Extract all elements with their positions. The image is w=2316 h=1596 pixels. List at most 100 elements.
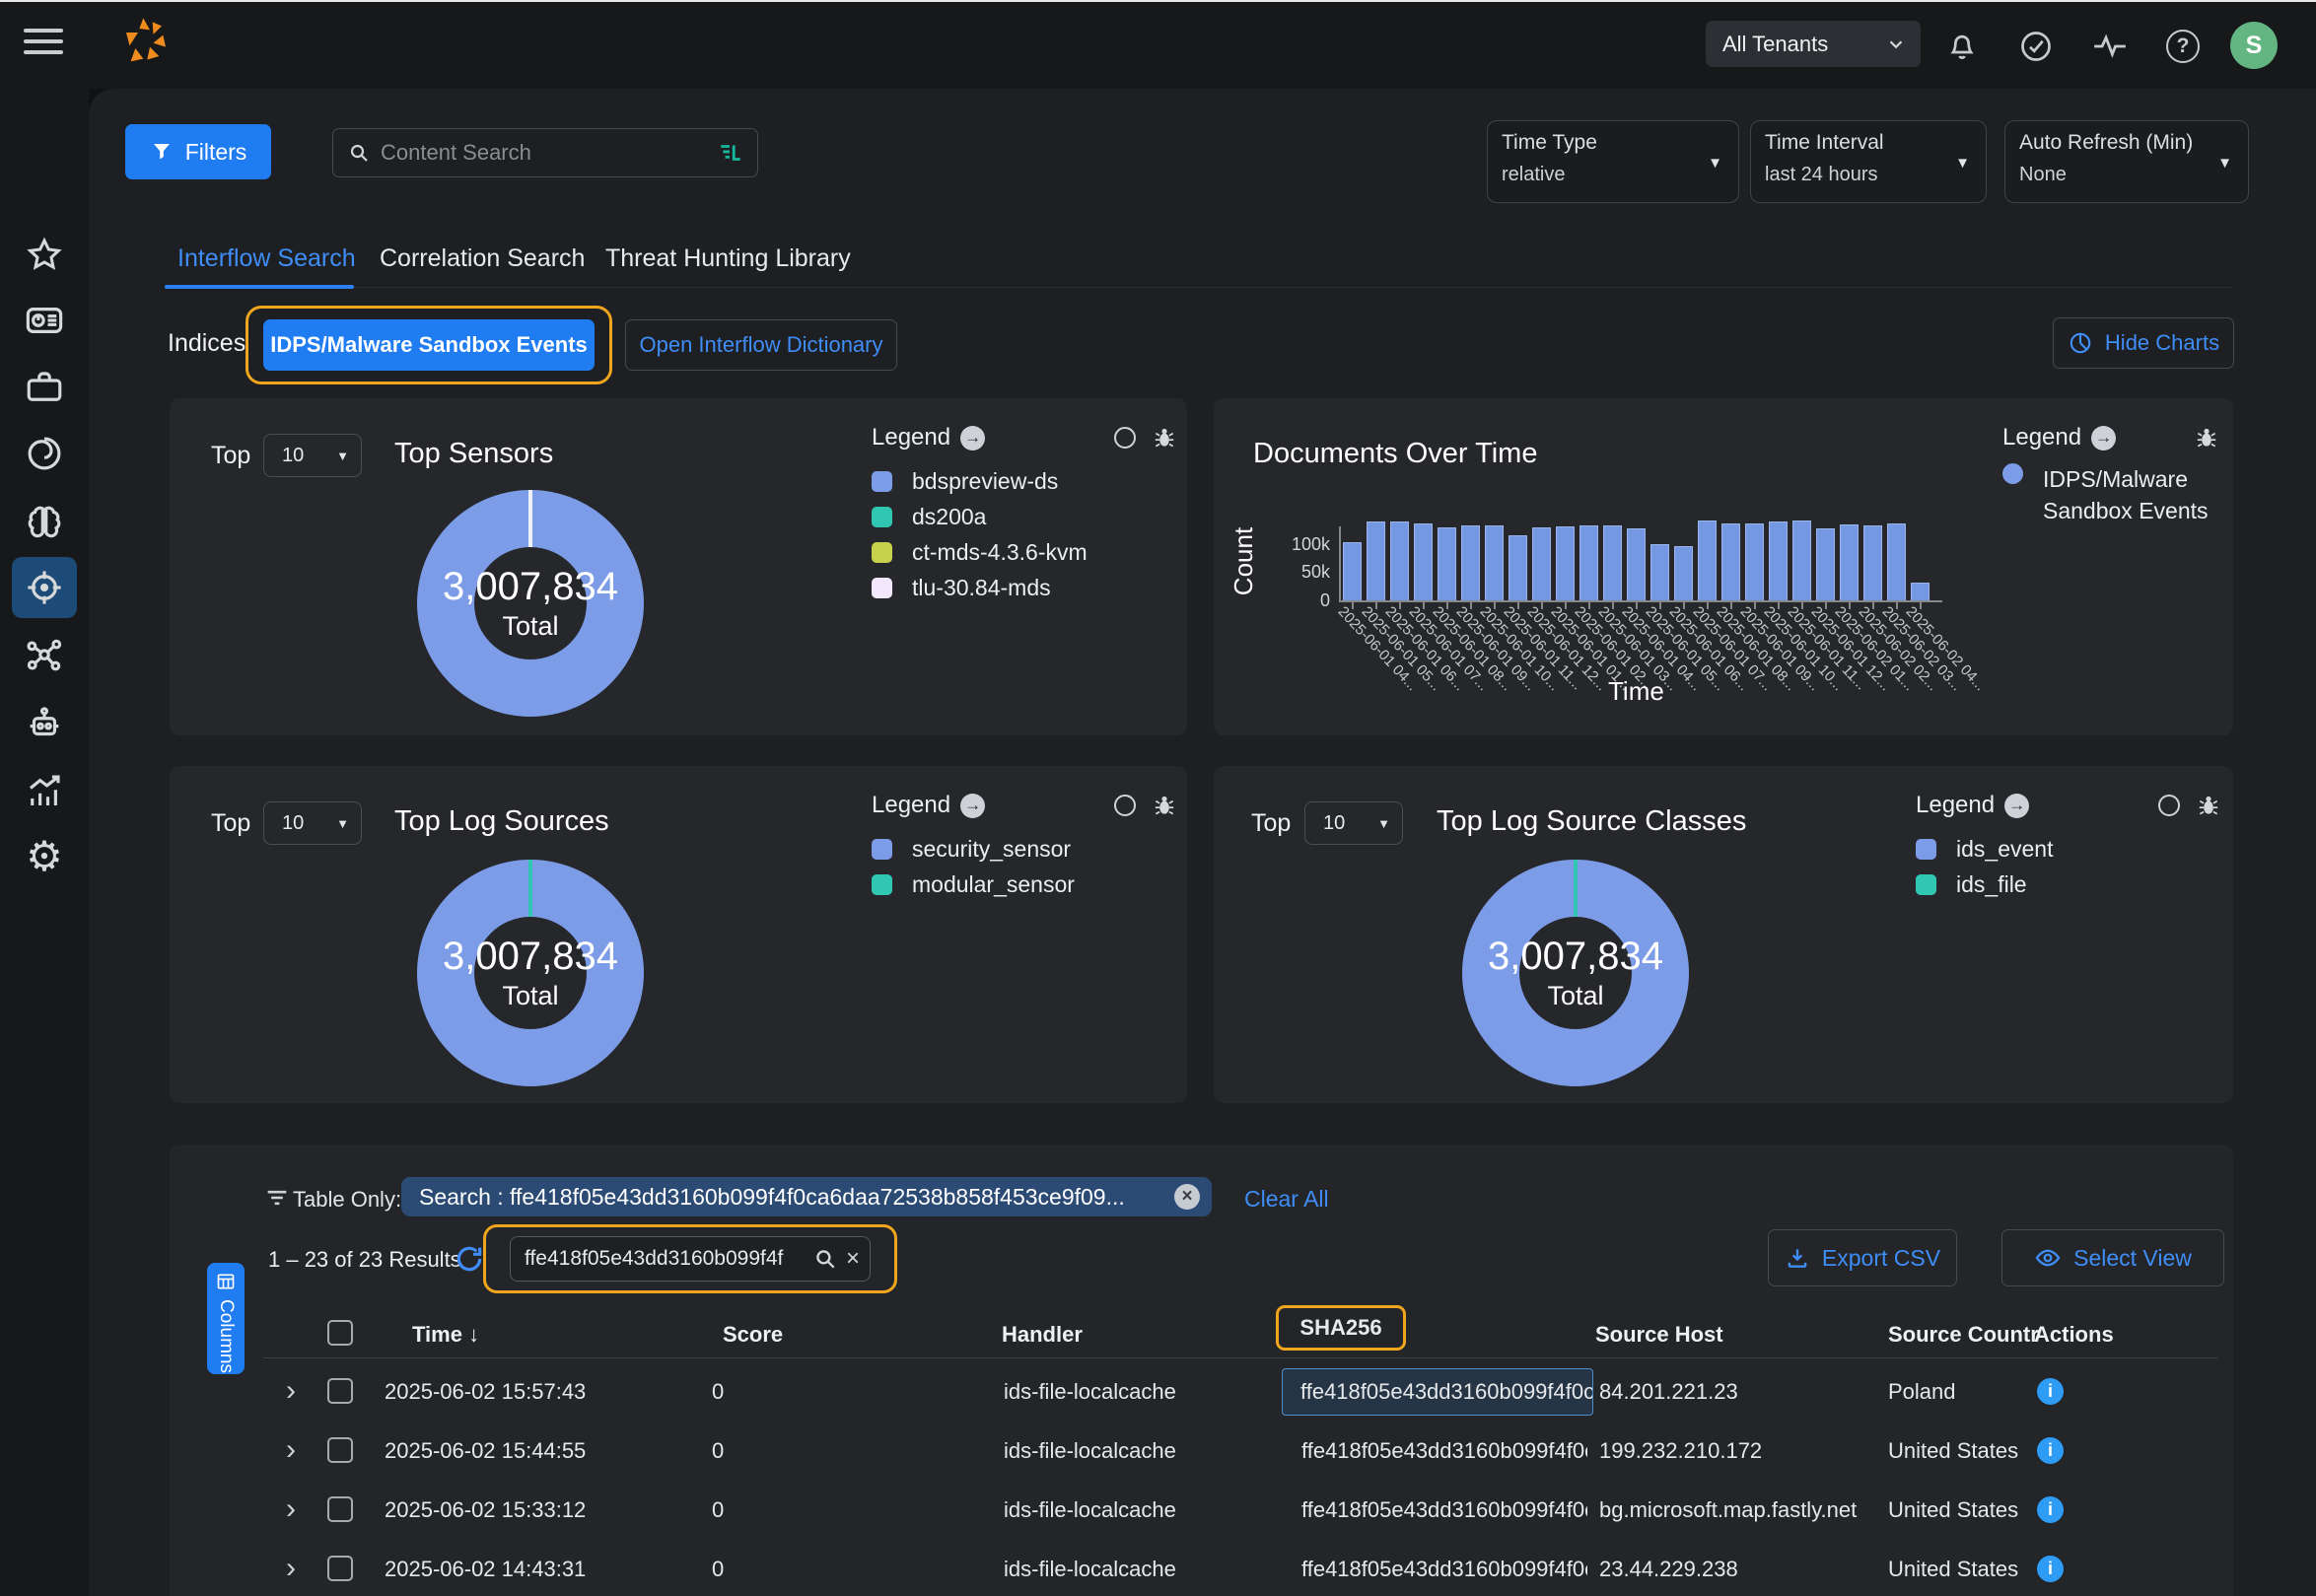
tab-threat-hunting-library[interactable]: Threat Hunting Library <box>605 244 851 273</box>
bar <box>1627 528 1646 600</box>
user-avatar[interactable]: S <box>2230 22 2278 69</box>
legend-item[interactable]: ct-mds-4.3.6-kvm <box>872 534 1177 570</box>
column-header-score[interactable]: Score <box>723 1322 783 1348</box>
sidebar-item-analytics[interactable] <box>12 761 77 822</box>
legend-item[interactable]: modular_sensor <box>872 867 1177 902</box>
clear-search-icon[interactable]: × <box>846 1245 860 1273</box>
notifications-bell-icon[interactable] <box>1942 27 1982 66</box>
x-tick-labels: 2025-06-01 04...2025-06-01 05...2025-06-… <box>1214 603 2233 694</box>
tenant-selector[interactable]: All Tenants <box>1706 21 1921 67</box>
legend-circle-icon[interactable] <box>1114 795 1136 816</box>
cell-time: 2025-06-02 15:33:12 <box>385 1497 586 1523</box>
legend-item[interactable]: ds200a <box>872 499 1177 534</box>
query-language-icon[interactable] <box>718 140 743 166</box>
legend-item[interactable]: ids_event <box>1916 831 2221 867</box>
filters-button[interactable]: Filters <box>125 124 271 179</box>
row-expand-chevron-icon[interactable]: › <box>286 1554 296 1583</box>
search-filter-chip[interactable]: Search : ffe418f05e43dd3160b099f4f0ca6da… <box>401 1177 1212 1216</box>
sidebar-item-robot[interactable] <box>12 693 77 754</box>
sidebar-item-briefcase[interactable] <box>12 357 77 418</box>
sidebar-item-dashboard[interactable] <box>12 290 77 351</box>
row-expand-chevron-icon[interactable]: › <box>286 1435 296 1465</box>
app-logo[interactable] <box>114 13 177 76</box>
row-info-icon[interactable]: i <box>2037 1437 2064 1464</box>
content-search-input[interactable] <box>381 140 708 166</box>
row-checkbox[interactable] <box>327 1437 353 1463</box>
indices-label: Indices <box>168 329 246 358</box>
refresh-icon[interactable] <box>454 1243 485 1275</box>
tab-interflow-search[interactable]: Interflow Search <box>177 244 356 273</box>
column-header-time[interactable]: Time ↓ <box>412 1322 479 1348</box>
hamburger-menu-icon[interactable] <box>24 29 63 60</box>
time-type-dropdown[interactable]: Time Type relative ▼ <box>1487 120 1739 203</box>
y-axis-label: Count <box>1228 527 1259 595</box>
legend-label: bdspreview-ds <box>912 468 1058 495</box>
tasks-check-icon[interactable] <box>2016 27 2056 66</box>
legend-item[interactable]: security_sensor <box>872 831 1177 867</box>
bar <box>1887 523 1906 600</box>
index-idps-malware-button[interactable]: IDPS/Malware Sandbox Events <box>263 319 595 371</box>
row-info-icon[interactable]: i <box>2037 1556 2064 1582</box>
dropdown-arrow-icon: ▼ <box>1955 155 1970 172</box>
cell-sha256[interactable]: ffe418f05e43dd3160b099f4f0ca6daa72538b85… <box>1301 1497 1587 1523</box>
hide-charts-button[interactable]: Hide Charts <box>2053 317 2234 369</box>
legend-circle-icon[interactable] <box>1114 427 1136 449</box>
funnel-icon <box>150 140 174 164</box>
legend-item[interactable]: tlu-30.84-mds <box>872 570 1177 605</box>
column-header-sha256-highlighted[interactable]: SHA256 <box>1276 1305 1406 1351</box>
sidebar-item-spiral[interactable] <box>12 423 77 484</box>
row-info-icon[interactable]: i <box>2037 1378 2064 1405</box>
legend-circle-icon[interactable] <box>2158 795 2180 816</box>
cell-sha256-selected[interactable]: ffe418f05e43dd3160b099f4f0ca6daa72538b85… <box>1282 1368 1593 1416</box>
row-checkbox[interactable] <box>327 1556 353 1581</box>
sidebar-item-network[interactable] <box>12 625 77 686</box>
export-csv-button[interactable]: Export CSV <box>1768 1229 1957 1286</box>
chart-legend: Legend → security_sensormodular_sensor <box>872 792 1177 902</box>
legend-item[interactable]: ids_file <box>1916 867 2221 902</box>
sidebar-item-settings[interactable]: ⚙ <box>12 826 77 887</box>
sidebar-item-brain[interactable] <box>12 491 77 552</box>
legend-expand-icon[interactable]: → <box>2091 426 2116 451</box>
legend-expand-icon[interactable]: → <box>960 794 985 818</box>
help-icon[interactable]: ? <box>2163 27 2203 66</box>
legend-item[interactable]: IDPS/Malware Sandbox Events <box>2002 463 2219 526</box>
sidebar-item-star[interactable] <box>12 225 77 286</box>
column-header-source-host[interactable]: Source Host <box>1595 1322 1723 1348</box>
top-n-select[interactable]: 10▼ <box>263 434 362 477</box>
select-view-button[interactable]: Select View <box>2001 1229 2224 1286</box>
cell-sha256[interactable]: ffe418f05e43dd3160b099f4f0ca6daa72538b85… <box>1301 1438 1587 1464</box>
time-interval-dropdown[interactable]: Time Interval last 24 hours ▼ <box>1750 120 1987 203</box>
chip-close-icon[interactable]: × <box>1174 1184 1200 1210</box>
table-row: ›2025-06-02 15:33:120ids-file-localcache… <box>170 1481 2233 1540</box>
debug-bug-icon[interactable] <box>2194 425 2219 451</box>
select-all-checkbox[interactable] <box>327 1320 353 1346</box>
row-info-icon[interactable]: i <box>2037 1496 2064 1523</box>
top-n-select[interactable]: 10▼ <box>1304 801 1403 845</box>
columns-button[interactable]: Columns <box>207 1263 245 1374</box>
bar <box>1579 525 1598 600</box>
row-expand-chevron-icon[interactable]: › <box>286 1494 296 1524</box>
clear-all-link[interactable]: Clear All <box>1244 1186 1329 1213</box>
sidebar-item-target-active[interactable] <box>12 557 77 618</box>
debug-bug-icon[interactable] <box>1152 793 1177 818</box>
legend-expand-icon[interactable]: → <box>2004 794 2029 818</box>
top-n-select[interactable]: 10▼ <box>263 801 362 845</box>
system-health-pulse-icon[interactable] <box>2090 27 2130 66</box>
column-header-actions: Actions <box>2034 1322 2114 1348</box>
open-interflow-dictionary-button[interactable]: Open Interflow Dictionary <box>625 319 897 371</box>
row-expand-chevron-icon[interactable]: › <box>286 1376 296 1406</box>
legend-expand-icon[interactable]: → <box>960 426 985 451</box>
cell-sha256[interactable]: ffe418f05e43dd3160b099f4f0ca6daa72538b85… <box>1301 1557 1587 1582</box>
auto-refresh-dropdown[interactable]: Auto Refresh (Min) None ▼ <box>2004 120 2249 203</box>
column-header-source-country[interactable]: Source Countr <box>1888 1322 2039 1348</box>
legend-label: tlu-30.84-mds <box>912 575 1051 601</box>
row-checkbox[interactable] <box>327 1496 353 1522</box>
debug-bug-icon[interactable] <box>2196 793 2221 818</box>
legend-item[interactable]: bdspreview-ds <box>872 463 1177 499</box>
column-header-handler[interactable]: Handler <box>1002 1322 1083 1348</box>
search-icon[interactable] <box>812 1246 838 1272</box>
debug-bug-icon[interactable] <box>1152 425 1177 451</box>
tab-correlation-search[interactable]: Correlation Search <box>380 244 585 273</box>
table-search-input[interactable] <box>525 1247 805 1271</box>
row-checkbox[interactable] <box>327 1378 353 1404</box>
